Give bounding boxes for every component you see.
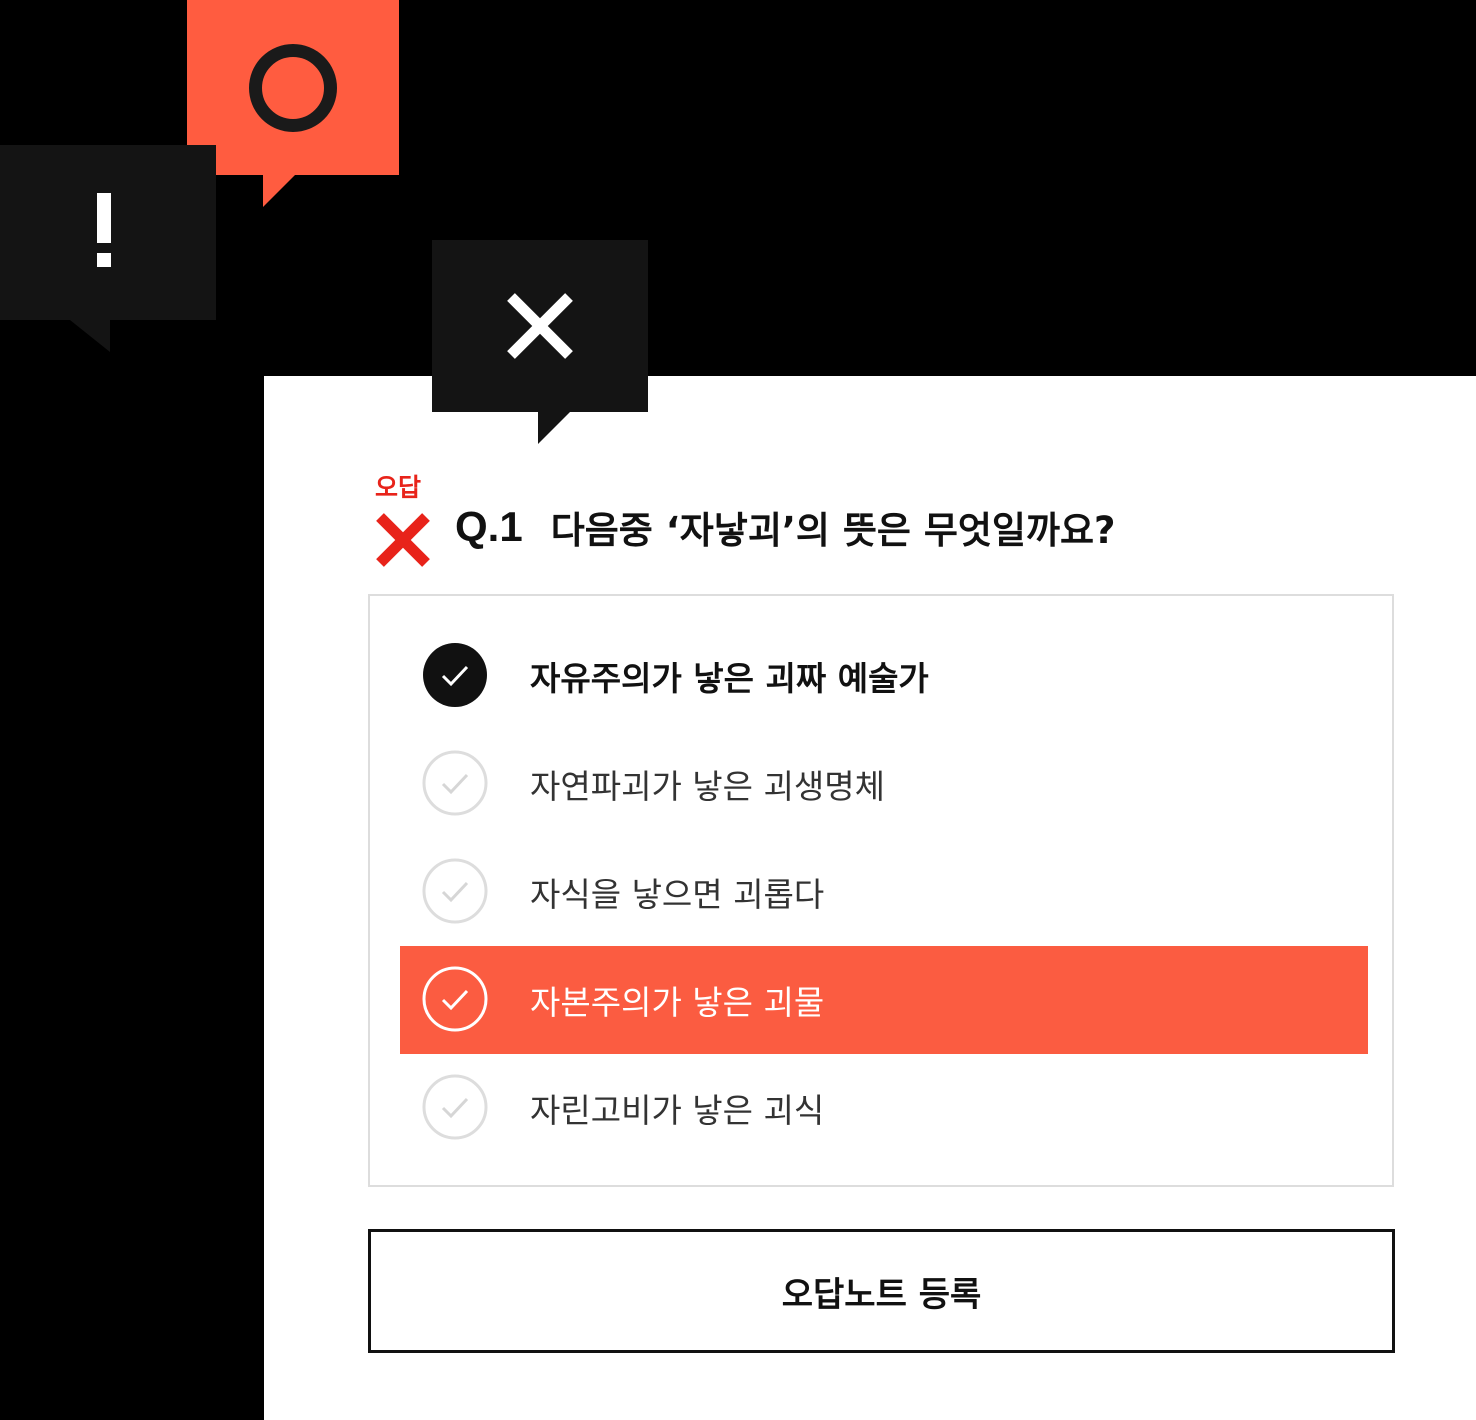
option-label: 자유주의가 낳은 괴짜 예술가 — [530, 659, 929, 698]
unchecked-circle-icon — [422, 750, 488, 816]
register-wrong-note-button[interactable]: 오답노트 등록 — [368, 1229, 1395, 1353]
answer-circle-icon — [422, 966, 488, 1032]
unchecked-circle-icon — [422, 858, 488, 924]
x-mark-icon — [507, 293, 573, 359]
circle-o-icon — [249, 43, 337, 132]
option-label: 자린고비가 낳은 괴식 — [530, 1091, 825, 1130]
option-5[interactable]: 자린고비가 낳은 괴식 — [400, 1054, 1368, 1162]
unchecked-circle-icon — [422, 1074, 488, 1140]
wrong-x-icon — [376, 513, 430, 567]
checked-circle-icon — [423, 643, 487, 707]
option-label: 자식을 낳으면 괴롭다 — [530, 875, 825, 914]
speech-bubble-tail — [538, 412, 570, 444]
option-3[interactable]: 자식을 낳으면 괴롭다 — [400, 838, 1368, 946]
speech-bubble-tail — [263, 175, 295, 207]
option-label: 자본주의가 낳은 괴물 — [530, 983, 825, 1022]
question-number: Q.1 — [455, 503, 523, 550]
answer-options: 자유주의가 낳은 괴짜 예술가 자연파괴가 낳은 괴생명체 자식을 낳으면 괴롭… — [368, 594, 1394, 1187]
option-2[interactable]: 자연파괴가 낳은 괴생명체 — [400, 730, 1368, 838]
wrong-speech-bubble — [432, 240, 648, 412]
option-1[interactable]: 자유주의가 낳은 괴짜 예술가 — [400, 622, 1368, 730]
question-text: 다음중 ‘자낳괴’의 뜻은 무엇일까요? — [550, 509, 1116, 552]
exclamation-icon — [97, 193, 111, 267]
option-label: 자연파괴가 낳은 괴생명체 — [530, 767, 885, 806]
correct-speech-bubble — [187, 0, 399, 175]
option-4-correct-answer[interactable]: 자본주의가 낳은 괴물 — [400, 946, 1368, 1054]
speech-bubble-tail — [70, 320, 110, 352]
question-header: Q.1 다음중 ‘자낳괴’의 뜻은 무엇일까요? — [455, 500, 1115, 554]
result-label: 오답 — [375, 473, 422, 502]
